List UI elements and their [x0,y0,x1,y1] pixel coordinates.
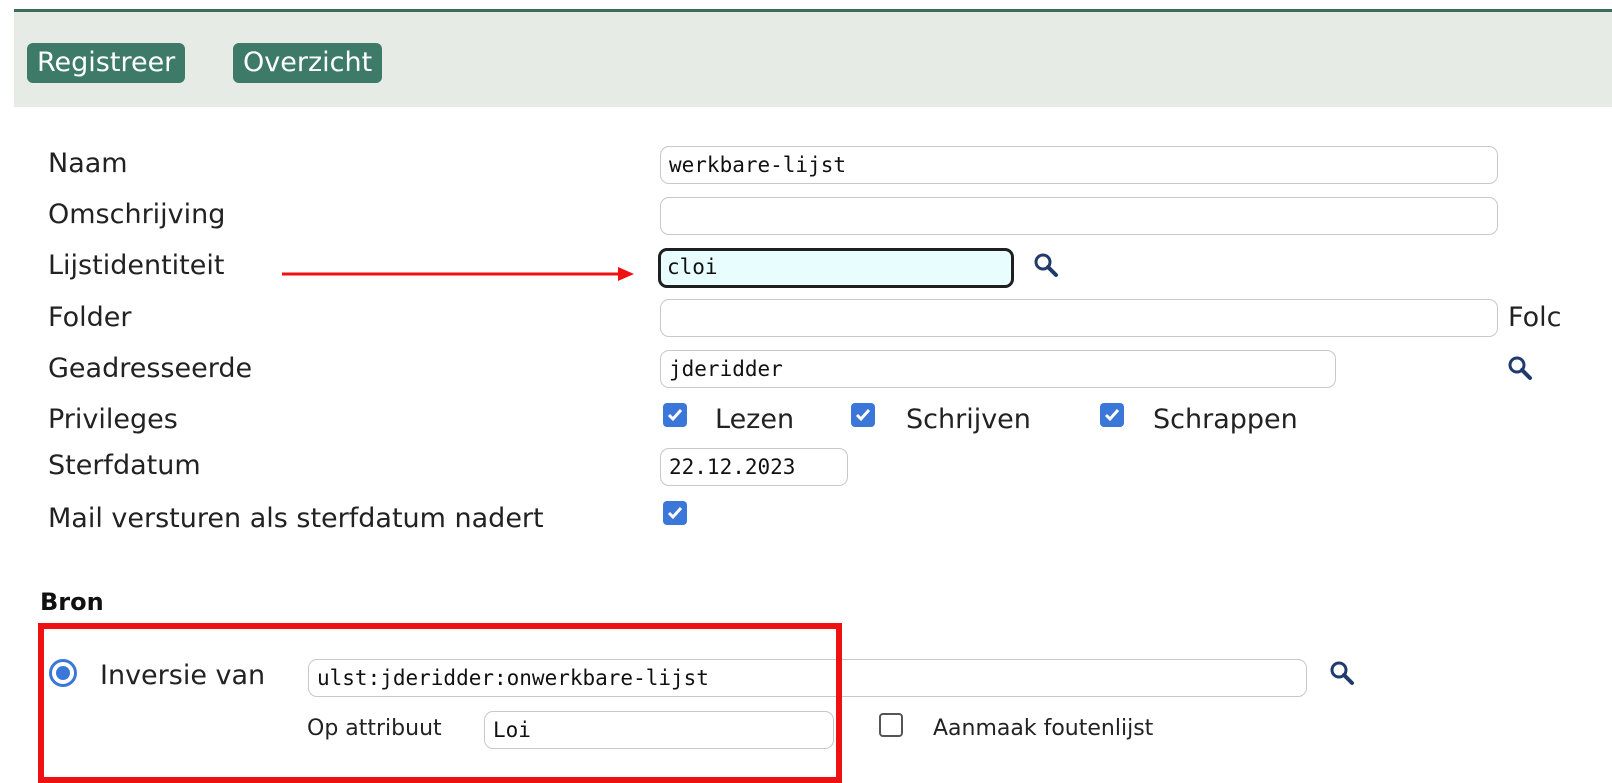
search-icon[interactable] [1032,251,1060,279]
naam-label: Naam [48,148,128,179]
mail-label: Mail versturen als sterfdatum nadert [48,503,544,534]
lijstidentiteit-input[interactable]: cloi [658,248,1014,288]
schrappen-label: Schrappen [1153,404,1298,435]
checkbox-foutenlijst[interactable] [879,713,903,737]
top-border [0,0,1612,9]
omschrijving-label: Omschrijving [48,199,226,230]
annotation-highlight-box [38,623,842,783]
folder-input[interactable] [660,299,1498,337]
annotation-arrow [282,267,634,281]
checkbox-lezen[interactable] [663,403,687,427]
register-button[interactable]: Registreer [27,43,186,83]
checkmark-icon [667,507,683,520]
geadresseerde-input[interactable]: jderidder [660,350,1336,388]
folder-label: Folder [48,302,132,333]
privileges-label: Privileges [48,404,178,435]
omschrijving-input[interactable] [660,197,1498,235]
bron-heading: Bron [40,588,104,616]
checkmark-icon [667,409,683,422]
checkbox-mail[interactable] [663,501,687,525]
lezen-label: Lezen [715,404,795,435]
search-icon[interactable] [1506,354,1534,382]
overview-button[interactable]: Overzicht [233,43,383,83]
schrijven-label: Schrijven [906,404,1031,435]
navigation-bar: Registreer Overzicht [14,9,1612,107]
folder-side-label: Folc [1508,302,1562,333]
foutenlijst-label: Aanmaak foutenlijst [933,716,1154,741]
checkbox-schrijven[interactable] [851,403,875,427]
lijstidentiteit-label: Lijstidentiteit [48,250,225,281]
geadresseerde-label: Geadresseerde [48,353,253,384]
sterfdatum-input[interactable]: 22.12.2023 [660,448,848,486]
sterfdatum-label: Sterfdatum [48,450,201,481]
naam-input[interactable]: werkbare-lijst [660,146,1498,184]
checkmark-icon [855,409,871,422]
search-icon[interactable] [1328,659,1356,687]
checkbox-schrappen[interactable] [1100,403,1124,427]
checkmark-icon [1104,409,1120,422]
